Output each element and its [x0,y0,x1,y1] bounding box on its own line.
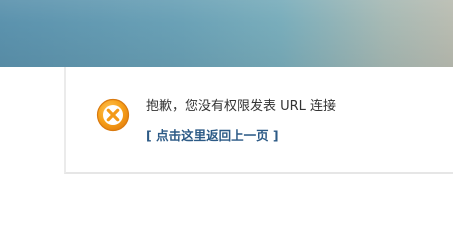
error-message: 抱歉，您没有权限发表 URL 连接 [146,99,337,114]
header-banner [0,0,453,67]
error-x-icon [96,98,130,132]
back-link[interactable]: [ 点击这里返回上一页 ] [146,127,279,145]
notice-panel: 抱歉，您没有权限发表 URL 连接 [ 点击这里返回上一页 ] [64,67,453,174]
page: 抱歉，您没有权限发表 URL 连接 [ 点击这里返回上一页 ] [0,0,453,230]
